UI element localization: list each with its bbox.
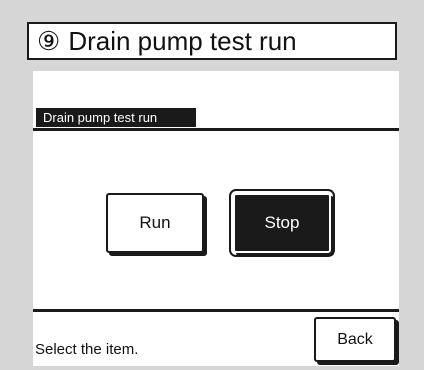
section-label: Drain pump test run [36,108,196,127]
status-message: Select the item. [35,341,139,358]
stop-button[interactable]: Stop [229,189,335,257]
back-button[interactable]: Back [314,317,396,362]
run-button[interactable]: Run [106,193,204,253]
section-divider [33,128,399,131]
page-title: Drain pump test run [68,25,297,56]
step-number: ⑨ [37,25,61,56]
footer-divider [33,309,399,312]
page-title-bar: ⑨ Drain pump test run [27,22,397,60]
control-panel-screen: Drain pump test run Run Stop Select the … [33,71,399,366]
